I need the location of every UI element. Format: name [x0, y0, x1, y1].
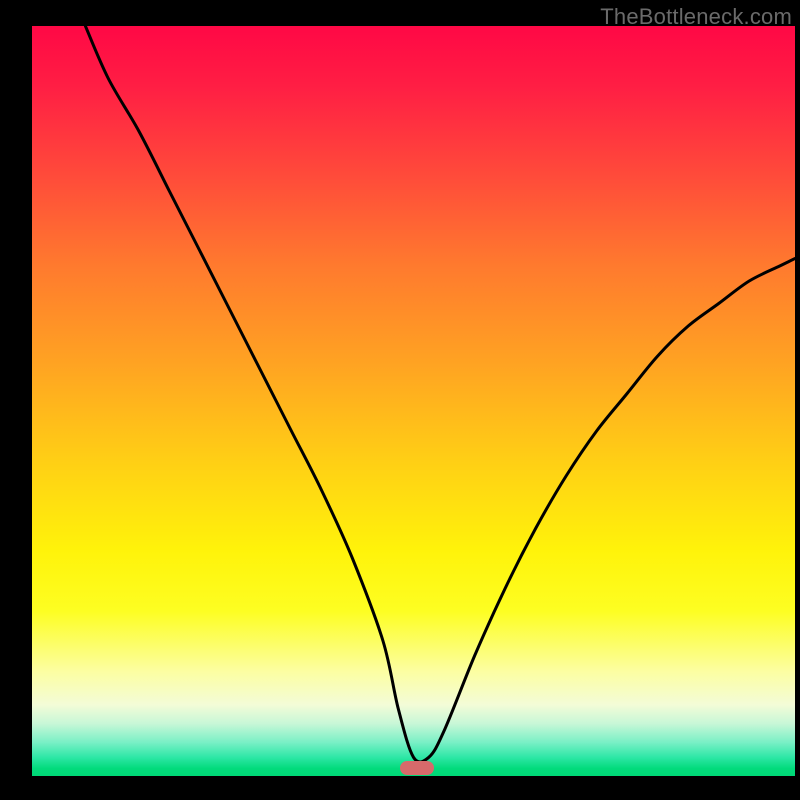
bottleneck-curve — [32, 26, 795, 776]
optimal-indicator — [400, 761, 434, 775]
chart-frame: TheBottleneck.com — [0, 0, 800, 800]
plot-area — [32, 26, 795, 776]
watermark-label: TheBottleneck.com — [600, 4, 792, 30]
curve-path — [85, 26, 795, 762]
